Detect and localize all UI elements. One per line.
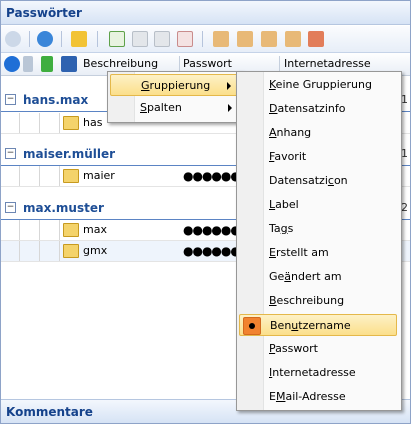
collapse-toggle[interactable]: − <box>5 148 16 159</box>
folder-icon <box>63 244 79 258</box>
menu-item-datensatzicon[interactable]: Datensatzicon <box>239 170 397 192</box>
menu-item-erstellt-am[interactable]: Erstellt am <box>239 242 397 264</box>
menu-item-label: Erstellt am <box>269 246 329 259</box>
menu-item-label: Favorit <box>269 150 307 163</box>
menu-item-passwort[interactable]: Passwort <box>239 338 397 360</box>
cell-divider <box>59 220 60 240</box>
menu-item-keine-gruppierung[interactable]: Keine Gruppierung <box>239 74 397 96</box>
copy-icon[interactable] <box>154 31 170 47</box>
radio-check-icon <box>243 317 261 335</box>
menu-item-label: Datensatzinfo <box>269 102 346 115</box>
group-count: 1 <box>401 93 408 106</box>
view-icon[interactable] <box>5 31 21 47</box>
cell-divider <box>39 220 40 240</box>
column-divider <box>279 56 280 72</box>
context-menu: Gruppierung Spalten <box>107 71 243 123</box>
menu-item-label: Tags <box>269 222 294 235</box>
menu-item-label[interactable]: Label <box>239 194 397 216</box>
grouping-submenu: Keine Gruppierung Datensatzinfo Anhang F… <box>236 71 402 411</box>
menu-item-label: Passwort <box>269 342 318 355</box>
cell-divider <box>39 113 40 133</box>
refresh-icon[interactable] <box>37 31 53 47</box>
menu-item-label: EMail-Adresse <box>269 390 346 403</box>
edit-icon[interactable] <box>132 31 148 47</box>
folder-icon <box>63 169 79 183</box>
group-name: maiser.müller <box>23 147 116 161</box>
folder-icon <box>63 223 79 237</box>
entry-name: gmx <box>83 244 108 257</box>
cell-divider <box>19 166 20 186</box>
menu-item-geaendert-am[interactable]: Geändert am <box>239 266 397 288</box>
submenu-arrow-icon <box>228 104 232 112</box>
cell-divider <box>59 113 60 133</box>
new-entry-icon[interactable] <box>109 31 125 47</box>
group-name: max.muster <box>23 201 104 215</box>
menu-item-favorit[interactable]: Favorit <box>239 146 397 168</box>
toolbar-separator <box>61 31 62 47</box>
delete-icon[interactable] <box>177 31 193 47</box>
cell-divider <box>39 241 40 261</box>
menu-item-anhang[interactable]: Anhang <box>239 122 397 144</box>
favorite-icon[interactable] <box>41 56 53 72</box>
collapse-toggle[interactable]: − <box>5 202 16 213</box>
menu-item-label: Gruppierung <box>141 79 211 92</box>
menu-item-label: Label <box>269 198 299 211</box>
toolbar-separator <box>97 31 98 47</box>
entry-name: max <box>83 223 107 236</box>
folder-icon <box>63 116 79 130</box>
group-count: 1 <box>401 147 408 160</box>
toolbar <box>1 26 410 53</box>
cell-divider <box>19 220 20 240</box>
cell-divider <box>19 241 20 261</box>
autotype-icon[interactable] <box>308 31 324 47</box>
record-icon[interactable] <box>61 56 77 72</box>
menu-item-beschreibung[interactable]: Beschreibung <box>239 290 397 312</box>
collapse-toggle[interactable]: − <box>5 94 16 105</box>
open-url-icon[interactable] <box>285 31 301 47</box>
menu-item-benutzername[interactable]: Benutzername <box>239 314 397 336</box>
clip-url-icon[interactable] <box>261 31 277 47</box>
toolbar-separator <box>29 31 30 47</box>
entry-name: has <box>83 116 103 129</box>
group-count: 2 <box>401 201 408 214</box>
panel-title: Passwörter <box>1 1 410 25</box>
menu-item-label: Beschreibung <box>269 294 345 307</box>
toolbar-separator <box>202 31 203 47</box>
clip-password-icon[interactable] <box>237 31 253 47</box>
menu-item-gruppierung[interactable]: Gruppierung <box>110 74 238 96</box>
column-divider <box>179 56 180 72</box>
cell-divider <box>59 241 60 261</box>
entry-name: maier <box>83 169 115 182</box>
clip-user-icon[interactable] <box>213 31 229 47</box>
menu-item-internetadresse[interactable]: Internetadresse <box>239 362 397 384</box>
group-name: hans.max <box>23 93 89 107</box>
submenu-arrow-icon <box>227 82 231 90</box>
menu-item-label: Datensatzicon <box>269 174 348 187</box>
attachment-icon[interactable] <box>23 56 33 72</box>
menu-item-label: Keine Gruppierung <box>269 78 372 91</box>
menu-item-label: Anhang <box>269 126 312 139</box>
menu-item-label: Benutzername <box>270 319 351 332</box>
menu-item-tags[interactable]: Tags <box>239 218 397 240</box>
info-icon[interactable] <box>4 56 20 72</box>
menu-item-spalten[interactable]: Spalten <box>110 97 238 119</box>
cell-divider <box>59 166 60 186</box>
menu-item-label: Internetadresse <box>269 366 356 379</box>
cell-divider <box>39 166 40 186</box>
lock-icon[interactable] <box>71 31 87 47</box>
menu-item-label: Geändert am <box>269 270 342 283</box>
menu-item-datensatzinfo[interactable]: Datensatzinfo <box>239 98 397 120</box>
menu-item-email-adresse[interactable]: EMail-Adresse <box>239 386 397 408</box>
menu-item-label: Spalten <box>140 101 182 114</box>
cell-divider <box>19 113 20 133</box>
